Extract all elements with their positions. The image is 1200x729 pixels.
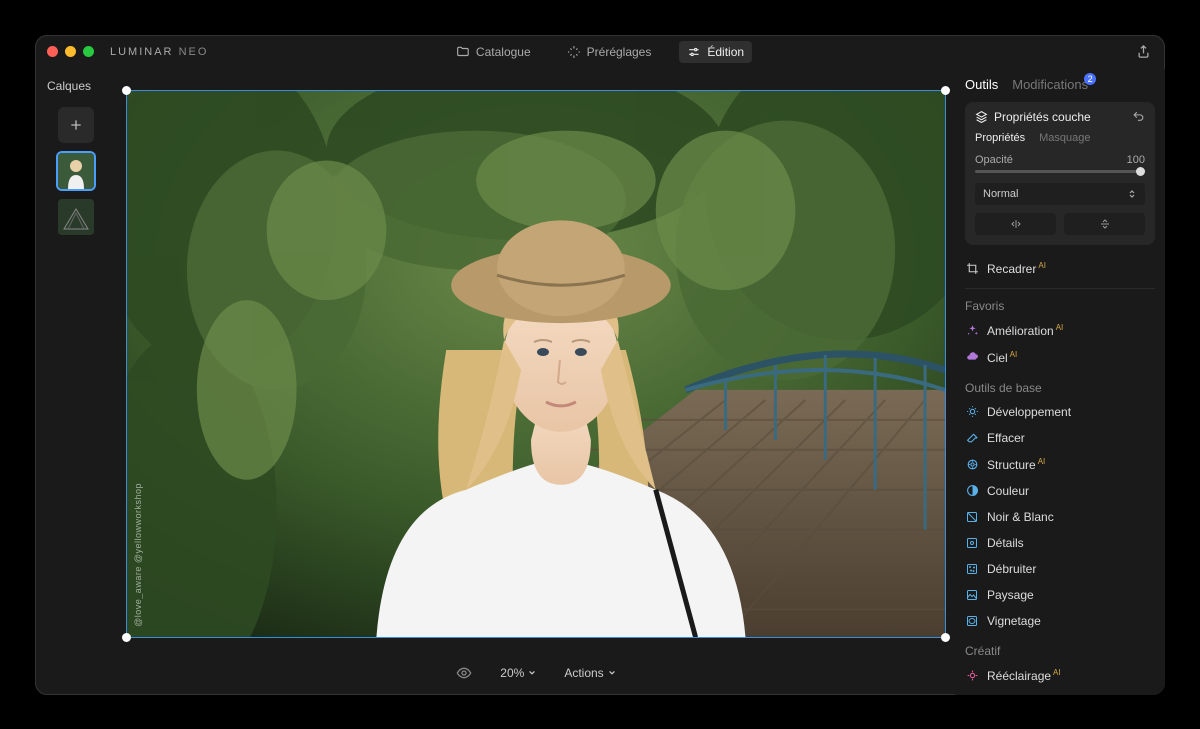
favorites-title: Favoris <box>965 299 1155 313</box>
transform-handle-br[interactable] <box>941 633 950 642</box>
canvas-wrap: @love_aware @yellowworkshop <box>117 77 955 651</box>
watermark: @love_aware @yellowworkshop <box>133 483 143 627</box>
creative-title: Créatif <box>965 644 1155 658</box>
flip-horizontal-button[interactable] <box>975 213 1056 235</box>
blend-mode-dropdown[interactable]: Normal <box>975 183 1145 205</box>
tool-denoise[interactable]: Débruiter <box>965 556 1155 582</box>
relight-icon <box>966 669 979 682</box>
bw-icon <box>966 511 978 523</box>
layer-thumbnail-1[interactable] <box>58 153 94 189</box>
flip-h-icon <box>1009 218 1023 230</box>
opacity-value: 100 <box>1127 154 1145 166</box>
sun-icon <box>966 405 979 418</box>
plus-icon <box>68 117 84 133</box>
tool-details[interactable]: Détails <box>965 530 1155 556</box>
undo-button[interactable] <box>1132 110 1145 123</box>
canvas[interactable]: @love_aware @yellowworkshop <box>126 90 946 638</box>
app-brand: LUMINAR NEO <box>110 46 208 58</box>
window-controls <box>47 46 94 57</box>
tool-erase[interactable]: Effacer <box>965 425 1155 451</box>
thumb-bridge-icon <box>58 199 94 235</box>
sliders-icon <box>687 45 701 59</box>
right-panel: Outils Modifications 2 Propriétés couche <box>955 69 1165 695</box>
layers-title: Calques <box>47 79 91 93</box>
denoise-icon <box>966 563 978 575</box>
zoom-dropdown[interactable]: 20% <box>500 666 536 680</box>
preview-toggle[interactable] <box>456 665 472 681</box>
opacity-slider[interactable] <box>975 170 1145 173</box>
panel-title: Propriétés couche <box>975 110 1091 124</box>
bottom-bar: 20% Actions <box>117 651 955 695</box>
tool-color[interactable]: Couleur <box>965 478 1155 504</box>
transform-handle-bl[interactable] <box>122 633 131 642</box>
flip-v-icon <box>1099 217 1111 231</box>
tool-atmosphere[interactable]: AtmosphèreAI <box>965 689 1155 695</box>
base-tools-title: Outils de base <box>965 381 1155 395</box>
tab-tools[interactable]: Outils <box>965 77 998 92</box>
transform-handle-tr[interactable] <box>941 86 950 95</box>
chevron-down-icon <box>528 669 536 677</box>
sparkle-icon <box>966 324 979 337</box>
panel-subtabs: Propriétés Masquage <box>975 132 1145 144</box>
nav-presets[interactable]: Préréglages <box>559 41 660 63</box>
sparkle-icon <box>567 45 581 59</box>
body: Calques <box>35 69 1165 695</box>
crop-icon <box>966 262 979 275</box>
tool-landscape[interactable]: Paysage <box>965 582 1155 608</box>
structure-icon <box>966 458 979 471</box>
close-window-button[interactable] <box>47 46 58 57</box>
photo-image <box>127 91 945 637</box>
app-window: LUMINAR NEO Catalogue Préréglages Éditio… <box>35 35 1165 695</box>
top-nav: Catalogue Préréglages Édition <box>448 41 752 63</box>
opacity-slider-row: Opacité 100 <box>975 154 1145 173</box>
details-icon <box>966 537 978 549</box>
folder-icon <box>456 45 470 59</box>
layer-properties-panel: Propriétés couche Propriétés Masquage Op… <box>965 102 1155 245</box>
add-layer-button[interactable] <box>58 107 94 143</box>
tool-sky[interactable]: CielAI <box>965 344 1155 371</box>
fullscreen-window-button[interactable] <box>83 46 94 57</box>
nav-edit[interactable]: Édition <box>679 41 752 63</box>
landscape-icon <box>966 589 978 601</box>
transform-handle-tl[interactable] <box>122 86 131 95</box>
undo-icon <box>1132 110 1145 123</box>
tool-enhance[interactable]: AméliorationAI <box>965 317 1155 344</box>
layers-panel: Calques <box>35 69 117 695</box>
actions-dropdown[interactable]: Actions <box>564 666 615 680</box>
eraser-icon <box>966 431 979 444</box>
color-icon <box>966 484 979 497</box>
minimize-window-button[interactable] <box>65 46 76 57</box>
thumb-portrait-icon <box>58 153 94 189</box>
center-area: @love_aware @yellowworkshop 20% Actions <box>117 69 955 695</box>
tool-crop[interactable]: RecadrerAI <box>965 255 1155 282</box>
tab-modifications[interactable]: Modifications 2 <box>1012 77 1088 92</box>
chevron-down-icon <box>608 669 616 677</box>
tool-bw[interactable]: Noir & Blanc <box>965 504 1155 530</box>
tool-develop[interactable]: Développement <box>965 399 1155 425</box>
sort-icon <box>1127 189 1137 199</box>
subtab-masking[interactable]: Masquage <box>1039 132 1090 144</box>
tool-vignette[interactable]: Vignetage <box>965 608 1155 634</box>
eye-icon <box>456 665 472 681</box>
flip-buttons <box>975 213 1145 235</box>
tool-structure[interactable]: StructureAI <box>965 451 1155 478</box>
tool-relight[interactable]: RééclairageAI <box>965 662 1155 689</box>
subtab-properties[interactable]: Propriétés <box>975 132 1025 144</box>
flip-vertical-button[interactable] <box>1064 213 1145 235</box>
share-icon <box>1136 44 1151 59</box>
modifications-badge: 2 <box>1084 73 1096 85</box>
nav-catalogue[interactable]: Catalogue <box>448 41 539 63</box>
share-button[interactable] <box>1136 44 1151 59</box>
opacity-label: Opacité <box>975 154 1013 166</box>
slider-knob[interactable] <box>1136 167 1145 176</box>
layer-thumbnail-2[interactable] <box>58 199 94 235</box>
vignette-icon <box>966 615 978 627</box>
titlebar: LUMINAR NEO Catalogue Préréglages Éditio… <box>35 35 1165 69</box>
layers-icon <box>975 110 988 123</box>
cloud-icon <box>966 351 979 364</box>
right-tabs: Outils Modifications 2 <box>965 77 1155 92</box>
